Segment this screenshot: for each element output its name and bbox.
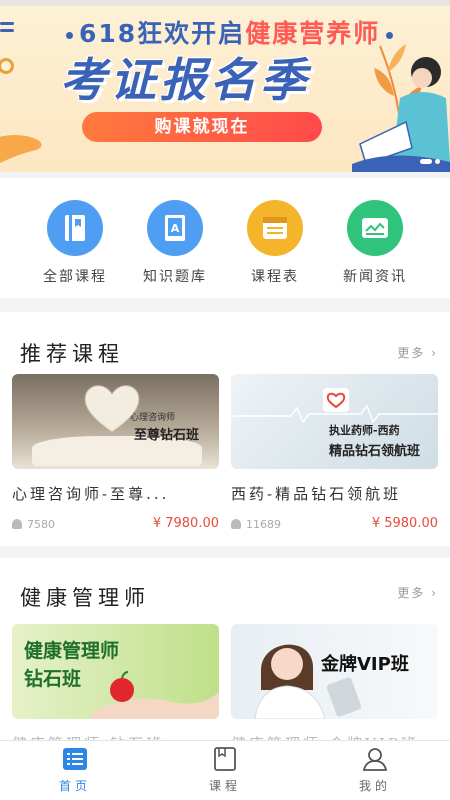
course-thumbnail: 执业药师-西药 精品钻石领航班 [231,374,438,469]
question-bank-icon: A [147,200,203,256]
course-meta: 11689 ¥ 5980.00 [231,516,438,534]
section-title: 健康管理师 [20,586,150,610]
course-price: ¥ 7980.00 [152,516,219,531]
thumb-title: 精品钻石领航班 [329,444,421,459]
quick-nav-all-courses[interactable]: 全部课程 [25,200,125,286]
person-icon [12,519,22,529]
tab-profile[interactable]: 我的 [325,747,425,794]
quick-nav-label: 新闻资讯 [343,269,407,285]
thumb-subtitle: 心理咨询师 [130,413,176,423]
course-title: 西药-精品钻石领航班 [231,485,402,503]
quick-nav-news[interactable]: 新闻资讯 [325,200,425,286]
news-icon [347,200,403,256]
thumb-title: 金牌VIP班 [321,654,409,675]
quick-nav-schedule[interactable]: 课程表 [225,200,325,286]
course-thumbnail: 心理咨询师 至尊钻石班 [12,374,219,469]
quick-nav: 全部课程 A 知识题库 课程表 新闻资讯 [0,178,450,298]
hand-decor-icon [0,135,42,164]
reading-person-icon [352,57,450,172]
course-price: ¥ 5980.00 [371,516,438,531]
course-title: 心理咨询师-至尊... [12,485,170,503]
tab-courses[interactable]: 课程 [175,747,275,794]
more-label: 更多 [397,346,426,360]
course-card[interactable]: 心理咨询师 至尊钻石班 心理咨询师-至尊... 7580 ¥ 7980.00 [12,374,219,534]
quick-nav-question-bank[interactable]: A 知识题库 [125,200,225,286]
menu-icon[interactable] [0,22,14,36]
status-strip [0,0,450,6]
course-card[interactable]: 执业药师-西药 精品钻石领航班 西药-精品钻石领航班 11689 ¥ 5980.… [231,374,438,534]
health-manager-section: 健康管理师 更多 › 健康管理师 钻石班 健康管理师-钻石班 [0,558,450,753]
banner-big-title: 考证报名季 [60,53,310,107]
chevron-right-icon: › [431,346,438,360]
user-icon [362,747,388,771]
course-thumbnail: 健康管理师 钻石班 [12,624,219,719]
more-link[interactable]: 更多 › [397,584,438,601]
banner-cta-button[interactable]: 购课就现在 [82,112,322,142]
thumb-subtitle: 钻石班 [24,668,82,690]
thumb-title: 至尊钻石班 [134,428,200,443]
tab-home[interactable]: 首页 [25,747,125,794]
decor-ring [0,58,14,74]
more-label: 更多 [397,586,426,600]
home-list-icon [62,747,88,771]
person-icon [231,519,241,529]
tab-label: 首页 [58,779,91,793]
tab-label: 我的 [358,779,391,793]
learner-count: 7580 [12,518,55,531]
bottom-tab-bar: 首页 课程 我的 [0,740,450,800]
quick-nav-label: 课程表 [251,269,299,285]
section-title: 推荐课程 [20,342,124,366]
thumb-title: 健康管理师 [24,640,120,662]
quick-nav-label: 全部课程 [43,269,107,285]
course-card[interactable]: 金牌VIP班 健康管理师-金牌VIP班 [231,624,438,754]
hands-apple-icon [92,671,219,719]
heart-book-icon [84,385,140,433]
pulse-line-icon [231,404,438,424]
promo-banner[interactable]: 618狂欢开启健康营养师 考证报名季 购课就现在 [0,0,450,172]
svg-text:A: A [171,222,180,235]
app-home-screen: 618狂欢开启健康营养师 考证报名季 购课就现在 全部课程 A 知识题库 课程表… [0,0,450,800]
thumb-subtitle: 执业药师-西药 [329,424,400,437]
quick-nav-label: 知识题库 [143,269,207,285]
course-thumbnail: 金牌VIP班 [231,624,438,719]
schedule-icon [247,200,303,256]
course-meta: 7580 ¥ 7980.00 [12,516,219,534]
learner-count: 11689 [231,518,281,531]
book-icon [47,200,103,256]
learner-count-value: 7580 [27,518,55,531]
more-link[interactable]: 更多 › [397,344,438,361]
course-book-icon [212,747,238,771]
banner-pager [420,159,442,165]
recommended-section: 推荐课程 更多 › 心理咨询师 至尊钻石班 心理咨询师-至尊... 7580 ¥… [0,312,450,546]
course-card[interactable]: 健康管理师 钻石班 健康管理师-钻石班 [12,624,219,754]
chevron-right-icon: › [431,586,438,600]
learner-count-value: 11689 [246,518,281,531]
tab-label: 课程 [208,779,241,793]
